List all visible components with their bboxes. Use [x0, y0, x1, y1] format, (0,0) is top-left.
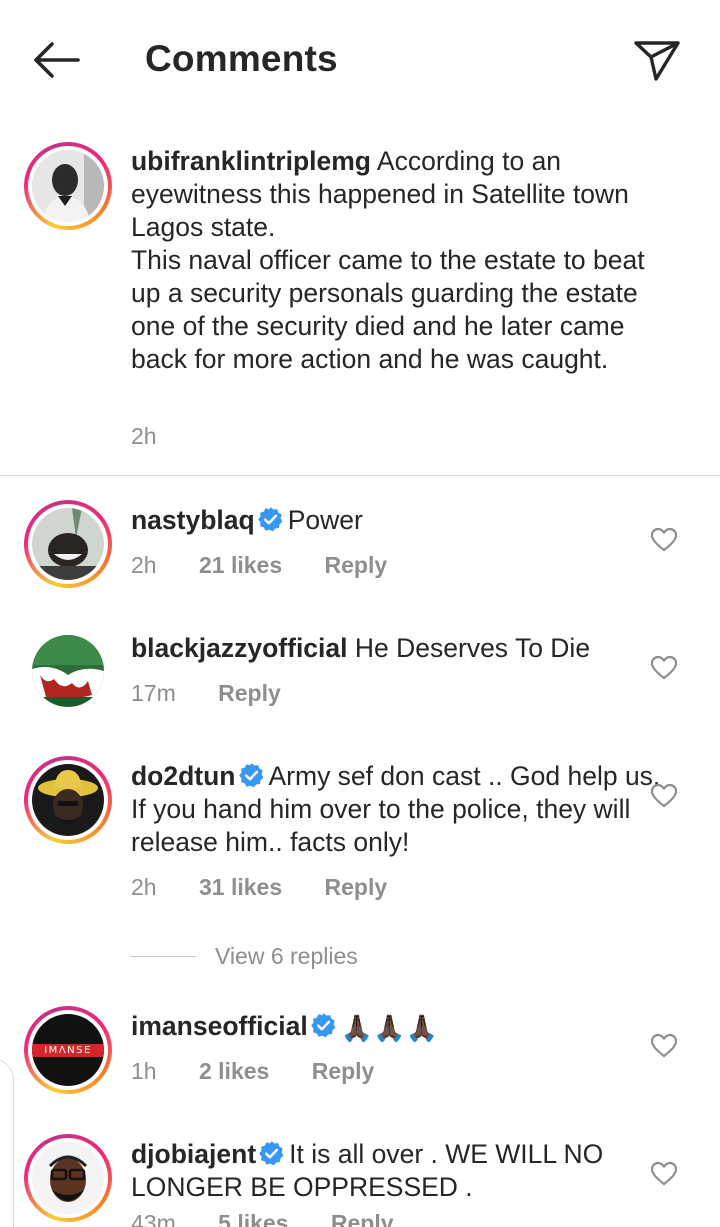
share-button[interactable] — [632, 38, 682, 84]
view-replies-button[interactable]: View 6 replies — [131, 941, 358, 971]
likes-count[interactable]: 31 likes — [199, 874, 282, 900]
comment-meta: 2h 31 likes Reply — [131, 874, 423, 901]
comment-username[interactable]: imanseofficial — [131, 1011, 308, 1041]
reply-button[interactable]: Reply — [218, 680, 281, 706]
avatar-logo-text: IMΛNSE — [44, 1045, 92, 1056]
avatar[interactable] — [24, 142, 112, 230]
avatar[interactable] — [32, 635, 104, 707]
heart-icon[interactable] — [650, 655, 678, 681]
arrow-left-icon — [34, 42, 80, 78]
heart-icon[interactable] — [650, 1161, 678, 1187]
verified-badge-icon — [310, 1013, 336, 1038]
heart-icon[interactable] — [650, 783, 678, 809]
caption-text: ubifranklintriplemg According to an eyew… — [131, 145, 676, 376]
comments-screen: Comments ubifranklintriplemg According t… — [0, 0, 720, 1227]
heart-icon[interactable] — [650, 527, 678, 553]
comment-username[interactable]: djobiajent — [131, 1139, 256, 1169]
timestamp: 2h — [131, 552, 157, 578]
comment-text: do2dtun Army sef don cast .. God help us.… — [131, 760, 676, 859]
comment-meta: 2h 21 likes Reply — [131, 552, 423, 579]
avatar[interactable] — [24, 756, 112, 844]
comment-username[interactable]: do2dtun — [131, 761, 236, 791]
likes-count[interactable]: 5 likes — [218, 1210, 288, 1227]
edge-overlay — [0, 1058, 14, 1227]
avatar-image — [32, 764, 104, 836]
timestamp: 2h — [131, 423, 157, 449]
likes-count[interactable]: 21 likes — [199, 552, 282, 578]
comment-text: nastyblaq Power — [131, 504, 676, 537]
comment-body: He Deserves To Die — [354, 633, 591, 663]
replies-line — [131, 955, 196, 957]
divider — [0, 475, 720, 476]
verified-badge-icon — [238, 763, 263, 788]
page-title: Comments — [145, 38, 338, 79]
timestamp: 1h — [131, 1058, 157, 1084]
comment-text: imanseofficial 🙏🏿🙏🏿🙏🏿 — [131, 1010, 676, 1045]
timestamp: 43m — [131, 1210, 176, 1227]
comment-body: Power — [287, 505, 363, 535]
verified-badge-icon — [257, 507, 283, 532]
avatar-image — [32, 635, 104, 707]
comment-text: djobiajent It is all over . WE WILL NO LO… — [131, 1138, 676, 1204]
view-replies-label: View 6 replies — [215, 942, 358, 969]
avatar[interactable]: IMΛNSE — [24, 1006, 112, 1094]
avatar[interactable] — [24, 500, 112, 588]
heart-icon[interactable] — [650, 1033, 678, 1059]
avatar-image — [32, 508, 104, 580]
paper-plane-icon — [634, 41, 680, 81]
avatar[interactable] — [24, 1134, 112, 1222]
avatar-image: IMΛNSE — [32, 1014, 104, 1086]
avatar-image — [32, 1142, 104, 1214]
verified-badge-icon — [259, 1141, 284, 1166]
reply-button[interactable]: Reply — [312, 1058, 375, 1084]
header: Comments — [0, 0, 720, 122]
reply-button[interactable]: Reply — [325, 874, 388, 900]
likes-count[interactable]: 2 likes — [199, 1058, 269, 1084]
comment-text: blackjazzyofficial He Deserves To Die — [131, 632, 676, 665]
caption-username[interactable]: ubifranklintriplemg — [131, 146, 371, 176]
comment-body: 🙏🏿🙏🏿🙏🏿 — [340, 1013, 438, 1043]
timestamp: 2h — [131, 874, 157, 900]
caption-meta: 2h — [131, 423, 193, 450]
comment-meta: 1h 2 likes Reply — [131, 1058, 410, 1085]
reply-button[interactable]: Reply — [325, 552, 388, 578]
comment-username[interactable]: blackjazzyofficial — [131, 633, 348, 663]
comment-meta: 17m Reply — [131, 680, 317, 707]
timestamp: 17m — [131, 680, 176, 706]
back-button[interactable] — [28, 38, 84, 84]
caption-body-2: This naval officer came to the estate to… — [131, 245, 645, 374]
reply-button[interactable]: Reply — [331, 1210, 394, 1227]
avatar-image — [32, 150, 104, 222]
comment-meta: 43m 5 likes Reply — [131, 1210, 430, 1227]
comment-username[interactable]: nastyblaq — [131, 505, 255, 535]
